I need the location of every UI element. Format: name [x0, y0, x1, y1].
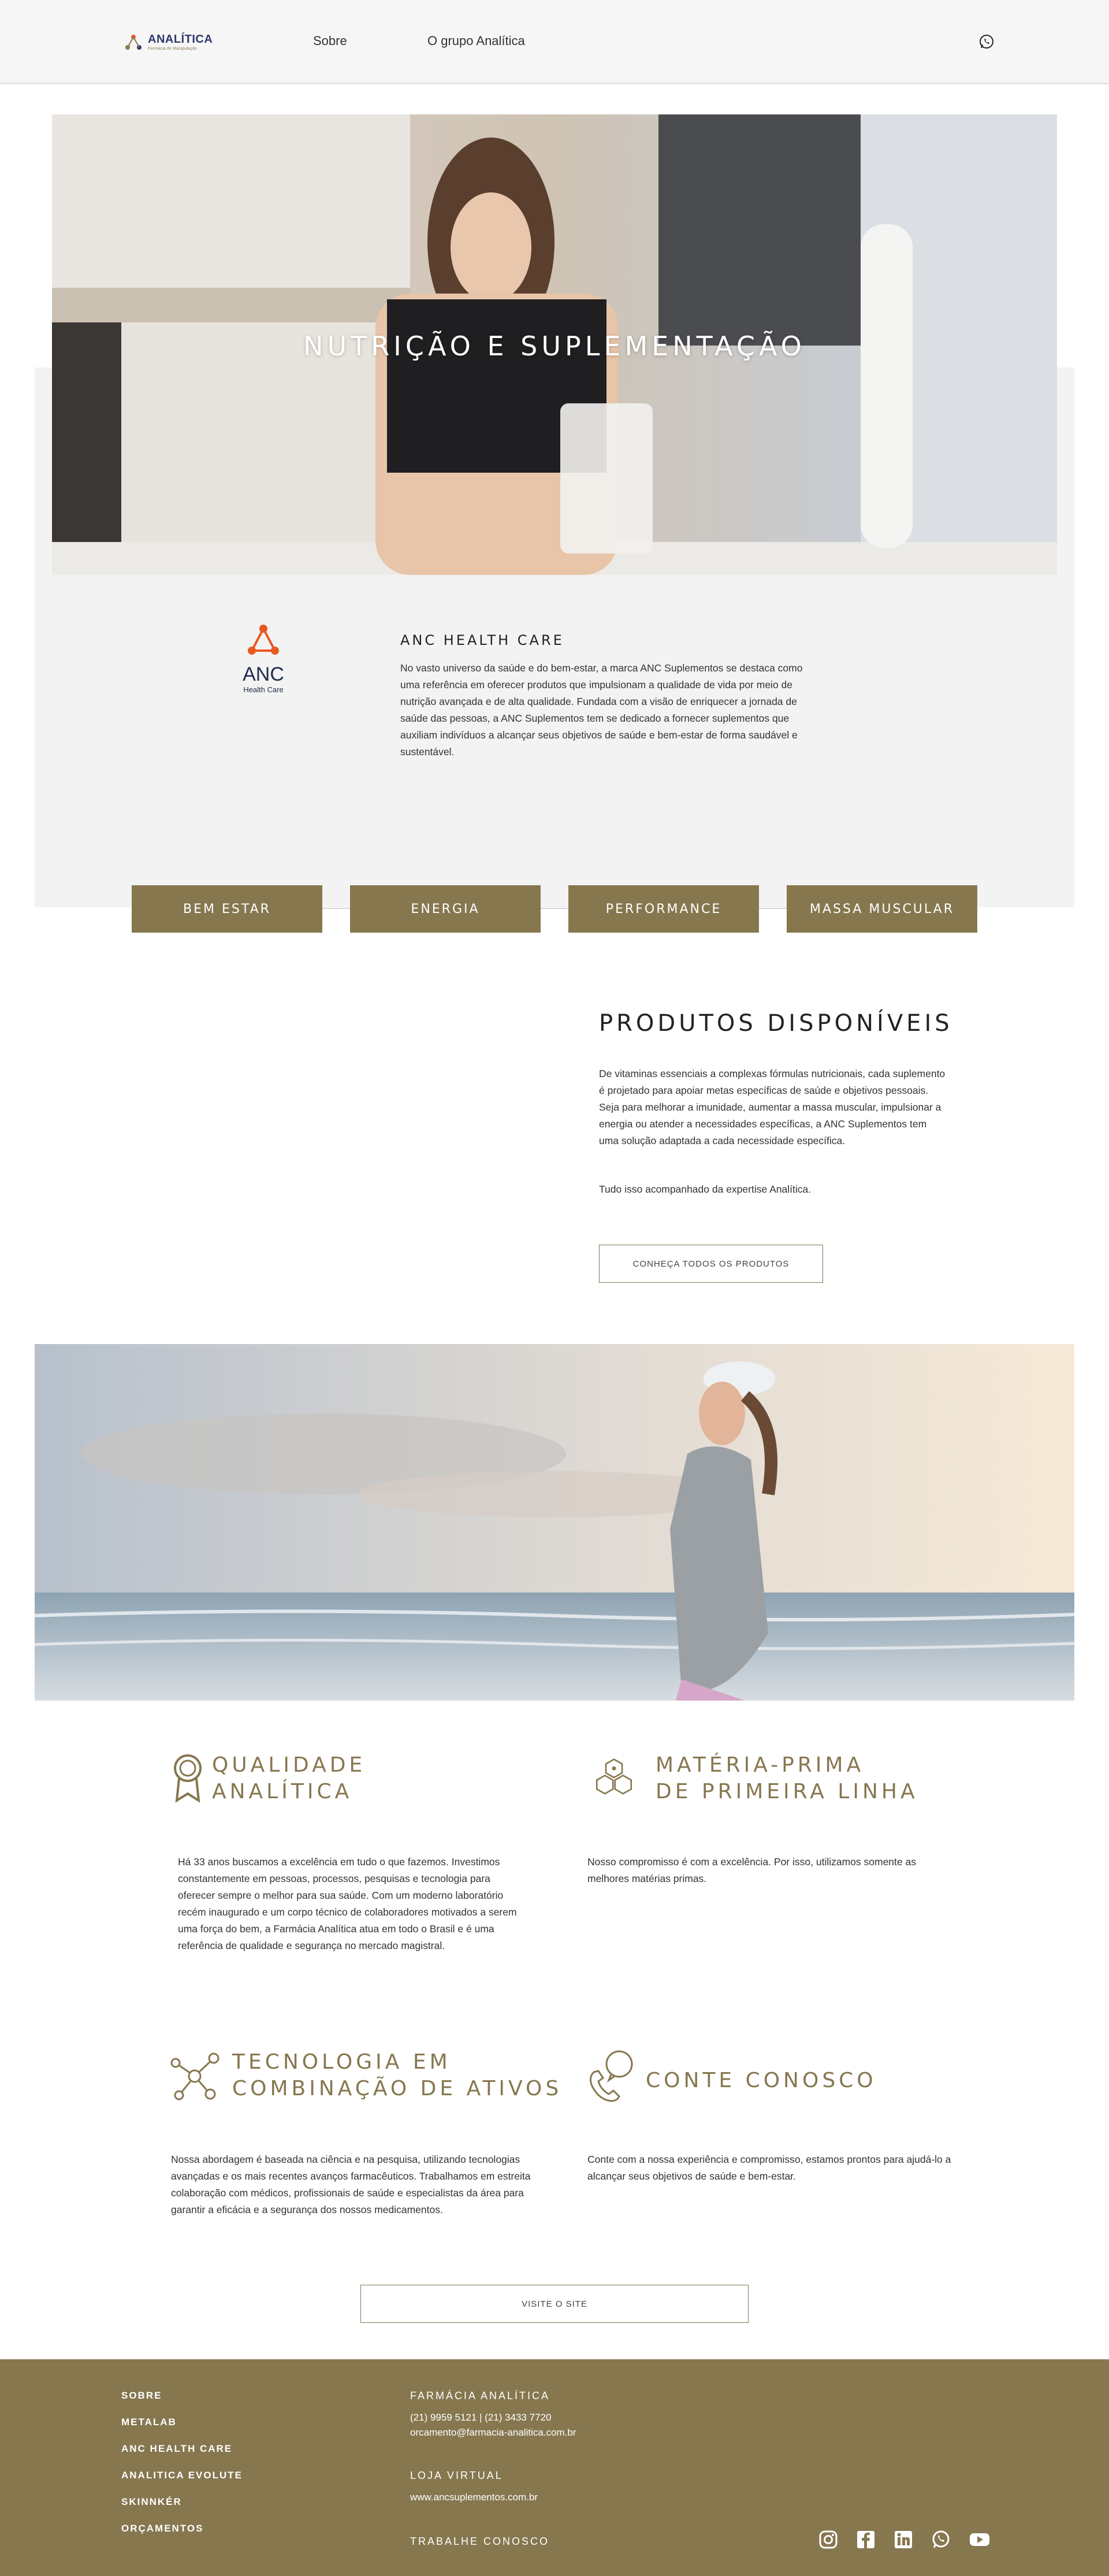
feature-materia-prima-title-line2: DE PRIMEIRA LINHA [656, 1780, 918, 1803]
feature-materia-prima-title-line1: MATÉRIA-PRIMA [656, 1753, 865, 1777]
feature-qualidade-title-line1: QUALIDADE [212, 1753, 366, 1777]
whatsapp-icon[interactable] [931, 2530, 951, 2549]
anc-logo-sub: Health Care [243, 685, 283, 694]
anc-title: ANC HEALTH CARE [400, 632, 564, 648]
anc-description: No vasto universo da saúde e do bem-esta… [400, 662, 803, 758]
category-massa-muscular-button[interactable]: MASSA MUSCULAR [787, 885, 977, 933]
category-bem-estar-button[interactable]: BEM ESTAR [132, 885, 322, 933]
logo-text: ANALÍTICA [148, 33, 213, 46]
feature-materia-prima-title: MATÉRIA-PRIMA DE PRIMEIRA LINHA [656, 1752, 918, 1805]
feature-tecnologia-title-line2: COMBINAÇÃO DE ATIVOS [232, 2077, 563, 2100]
analitica-logo[interactable]: ANALÍTICA Farmácia de Manipulação [124, 32, 213, 53]
instagram-icon[interactable] [818, 2530, 838, 2549]
produtos-title: PRODUTOS DISPONÍVEIS [599, 1010, 953, 1037]
feature-tecnologia-title: TECNOLOGIA EM COMBINAÇÃO DE ATIVOS [232, 2049, 562, 2102]
footer-email[interactable]: orcamento@farmacia-analitica.com.br [410, 2427, 576, 2438]
anc-logo: ANC Health Care [236, 624, 293, 711]
feature-tecnologia-title-line1: TECNOLOGIA EM [232, 2050, 451, 2074]
feature-qualidade-title: QUALIDADE ANALÍTICA [212, 1752, 366, 1805]
footer-link-analitica-evolute[interactable]: ANALITICA EVOLUTE [121, 2470, 243, 2481]
nav-sobre[interactable]: Sobre [313, 34, 347, 49]
conheca-produtos-button[interactable]: CONHEÇA TODOS OS PRODUTOS [599, 1245, 823, 1283]
feature-conte-conosco-text: Conte com a nossa experiência e compromi… [587, 2154, 951, 2182]
footer-farmacia-title: FARMÁCIA ANALÍTICA [410, 2390, 550, 2401]
anc-logo-name: ANC [243, 663, 284, 685]
footer-loja-url[interactable]: www.ancsuplementos.com.br [410, 2492, 538, 2503]
facebook-icon[interactable] [856, 2530, 876, 2549]
linkedin-icon[interactable] [894, 2530, 913, 2549]
visite-o-site-button[interactable]: VISITE O SITE [360, 2285, 749, 2323]
feature-qualidade-text: Há 33 anos buscamos a excelência em tudo… [178, 1856, 517, 1951]
whatsapp-icon[interactable] [978, 34, 995, 50]
footer-trabalhe-conosco[interactable]: TRABALHE CONOSCO [410, 2536, 549, 2548]
feature-conte-conosco-title: CONTE CONOSCO [646, 2068, 877, 2094]
award-ribbon-icon [174, 1754, 202, 1803]
phone-chat-icon [590, 2050, 633, 2102]
feature-materia-prima-text: Nosso compromisso é com a excelência. Po… [587, 1856, 916, 1884]
feature-tecnologia-text: Nossa abordagem é baseada na ciência e n… [171, 2154, 531, 2215]
hero-title: NUTRIÇÃO E SUPLEMENTAÇÃO [303, 331, 806, 362]
category-energia-button[interactable]: ENERGIA [350, 885, 541, 933]
network-nodes-icon [170, 2052, 219, 2100]
logo-subtitle: Farmácia de Manipulação [148, 47, 198, 51]
footer-phones[interactable]: (21) 9959 5121 | (21) 3433 7720 [410, 2412, 552, 2423]
nav-grupo-analitica[interactable]: O grupo Analítica [427, 34, 525, 49]
footer-link-sobre[interactable]: SOBRE [121, 2390, 162, 2401]
category-performance-button[interactable]: PERFORMANCE [568, 885, 759, 933]
analitica-logo-icon [125, 35, 142, 50]
produtos-description: De vitaminas essenciais a complexas fórm… [599, 1068, 946, 1146]
footer-link-metalab[interactable]: METALAB [121, 2417, 177, 2428]
footer-loja-title: LOJA VIRTUAL [410, 2470, 503, 2481]
feature-conte-conosco-title-line1: CONTE CONOSCO [646, 2069, 877, 2092]
feature-qualidade-title-line2: ANALÍTICA [212, 1780, 353, 1803]
footer-link-skinnker[interactable]: SKINNKÉR [121, 2496, 182, 2508]
produtos-tagline: Tudo isso acompanhado da expertise Analí… [599, 1183, 812, 1195]
youtube-icon[interactable] [969, 2530, 991, 2549]
footer-link-orcamentos[interactable]: ORÇAMENTOS [121, 2523, 203, 2534]
footer-link-anc-health-care[interactable]: ANC HEALTH CARE [121, 2443, 232, 2455]
runner-image [35, 1344, 1074, 1701]
molecule-icon [596, 1758, 632, 1795]
